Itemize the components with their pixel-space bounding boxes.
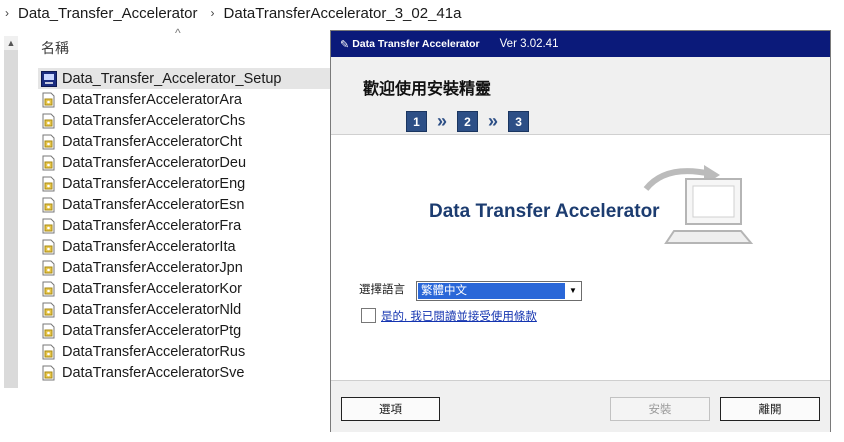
language-select[interactable]: 繁體中文 ▼ xyxy=(416,281,582,301)
column-header-name[interactable]: 名稱 xyxy=(41,38,69,58)
file-name: DataTransferAcceleratorChs xyxy=(62,112,246,129)
file-item[interactable]: DataTransferAcceleratorNld xyxy=(38,299,330,320)
step-2: 2 xyxy=(457,111,479,132)
file-name: Data_Transfer_Accelerator_Setup xyxy=(62,70,282,87)
breadcrumb-item-current[interactable]: DataTransferAccelerator_3_02_41a xyxy=(220,5,470,22)
setup-exe-icon xyxy=(41,70,57,87)
file-item[interactable]: DataTransferAcceleratorJpn xyxy=(38,257,330,278)
file-name: DataTransferAcceleratorSve xyxy=(62,364,245,381)
config-file-icon xyxy=(42,92,55,107)
step-arrow-icon: » xyxy=(437,111,448,131)
installer-footer: 選項 安裝 離開 xyxy=(331,380,830,432)
config-file-icon xyxy=(42,344,55,359)
options-button[interactable]: 選項 xyxy=(341,397,440,421)
config-file-icon xyxy=(42,239,55,254)
file-item[interactable]: DataTransferAcceleratorSve xyxy=(38,362,330,383)
file-name: DataTransferAcceleratorRus xyxy=(62,343,246,360)
file-item[interactable]: DataTransferAcceleratorKor xyxy=(38,278,330,299)
installer-titlebar[interactable]: ✎ Data Transfer Accelerator Ver 3.02.41 xyxy=(331,31,830,57)
product-name: Data Transfer Accelerator xyxy=(429,201,660,222)
config-file-icon xyxy=(42,260,55,275)
welcome-title: 歡迎使用安裝精靈 xyxy=(363,81,492,98)
file-name: DataTransferAcceleratorIta xyxy=(62,238,236,255)
scroll-up-arrow-icon[interactable]: ▲ xyxy=(4,36,18,50)
vertical-scrollbar[interactable] xyxy=(4,36,18,388)
step-1: 1 xyxy=(406,111,427,132)
file-name: DataTransferAcceleratorEsn xyxy=(62,196,245,213)
file-item[interactable]: DataTransferAcceleratorChs xyxy=(38,110,330,131)
file-name: DataTransferAcceleratorCht xyxy=(62,133,242,150)
config-file-icon xyxy=(42,365,55,380)
file-item[interactable]: DataTransferAcceleratorEng xyxy=(38,173,330,194)
step-3: 3 xyxy=(508,111,530,132)
file-item[interactable]: Data_Transfer_Accelerator_Setup xyxy=(38,68,330,89)
file-name: DataTransferAcceleratorAra xyxy=(62,91,242,108)
file-item[interactable]: DataTransferAcceleratorCht xyxy=(38,131,330,152)
brand-name: Data Transfer Accelerator xyxy=(352,38,480,50)
file-item[interactable]: DataTransferAcceleratorFra xyxy=(38,215,330,236)
agree-terms-link[interactable]: 是的, 我已閱讀並接受使用條款 xyxy=(381,308,537,324)
file-name: DataTransferAcceleratorDeu xyxy=(62,154,247,171)
file-item[interactable]: DataTransferAcceleratorAra xyxy=(38,89,330,110)
config-file-icon xyxy=(42,281,55,296)
file-item[interactable]: DataTransferAcceleratorDeu xyxy=(38,152,330,173)
breadcrumb-item-parent[interactable]: Data_Transfer_Accelerator xyxy=(14,5,206,22)
file-list: Data_Transfer_Accelerator_Setup DataTran… xyxy=(38,68,330,383)
install-button[interactable]: 安裝 xyxy=(610,397,710,421)
chevron-right-icon: › xyxy=(210,6,215,20)
step-indicator: 1 » 2 » 3 xyxy=(406,111,530,132)
language-label: 選擇語言 xyxy=(359,284,405,296)
exit-button[interactable]: 離開 xyxy=(720,397,820,421)
config-file-icon xyxy=(42,323,55,338)
chevron-right-icon: › xyxy=(5,6,9,20)
config-file-icon xyxy=(42,197,55,212)
config-file-icon xyxy=(42,176,55,191)
config-file-icon xyxy=(42,134,55,149)
installer-window: ✎ Data Transfer Accelerator Ver 3.02.41 … xyxy=(330,30,831,432)
file-name: DataTransferAcceleratorKor xyxy=(62,280,242,297)
dropdown-arrow-icon[interactable]: ▼ xyxy=(566,283,580,299)
file-item[interactable]: DataTransferAcceleratorIta xyxy=(38,236,330,257)
brand-logo-icon: ✎ xyxy=(340,38,350,51)
breadcrumb: › Data_Transfer_Accelerator › DataTransf… xyxy=(0,0,844,26)
config-file-icon xyxy=(42,302,55,317)
config-file-icon xyxy=(42,155,55,170)
file-name: DataTransferAcceleratorEng xyxy=(62,175,246,192)
file-name: DataTransferAcceleratorJpn xyxy=(62,259,243,276)
config-file-icon xyxy=(42,113,55,128)
language-selected-value: 繁體中文 xyxy=(418,283,565,299)
file-name: DataTransferAcceleratorPtg xyxy=(62,322,242,339)
file-item[interactable]: DataTransferAcceleratorPtg xyxy=(38,320,330,341)
file-item[interactable]: DataTransferAcceleratorRus xyxy=(38,341,330,362)
version-label: Ver 3.02.41 xyxy=(499,38,559,50)
sort-ascending-icon: ^ xyxy=(175,26,181,40)
file-item[interactable]: DataTransferAcceleratorEsn xyxy=(38,194,330,215)
step-arrow-icon: » xyxy=(488,111,499,131)
agree-terms-checkbox[interactable] xyxy=(361,308,376,323)
file-name: DataTransferAcceleratorNld xyxy=(62,301,242,318)
config-file-icon xyxy=(42,218,55,233)
file-name: DataTransferAcceleratorFra xyxy=(62,217,242,234)
